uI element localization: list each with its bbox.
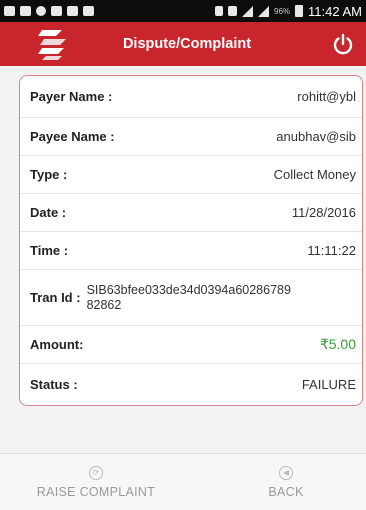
detail-value: 11:11:22 <box>307 243 356 258</box>
back-button[interactable]: ◀ BACK <box>236 454 336 510</box>
app-bar: Dispute/Complaint <box>0 22 366 66</box>
detail-row-payer: Payer Name : rohitt@ybl <box>20 76 362 118</box>
battery-icon <box>295 5 304 17</box>
detail-label: Status : <box>30 377 78 392</box>
bottom-action-bar: ⟳ RAISE COMPLAINT ◀ BACK <box>0 453 366 510</box>
detail-row-payee: Payee Name : anubhav@sib <box>20 118 362 156</box>
notification-icon <box>51 6 62 16</box>
signal-icon <box>258 5 270 17</box>
power-icon <box>333 33 353 55</box>
status-value: FAILURE <box>301 377 356 392</box>
amount-value: ₹5.00 <box>319 336 356 352</box>
detail-value: anubhav@sib <box>276 129 356 144</box>
detail-label: Payee Name : <box>30 129 115 144</box>
nfc-icon <box>228 6 238 16</box>
raise-complaint-button[interactable]: ⟳ RAISE COMPLAINT <box>6 454 186 510</box>
detail-value: Collect Money <box>273 167 356 182</box>
raise-complaint-label: RAISE COMPLAINT <box>36 484 156 499</box>
notification-icon <box>67 6 78 16</box>
detail-label: Amount: <box>30 337 84 352</box>
status-bar-system: 96% 11:42 AM <box>215 4 362 19</box>
transaction-id: SIB63bfee033de34d0394a6028678982862 <box>86 282 291 312</box>
detail-row-amount: Amount: ₹5.00 <box>20 326 362 364</box>
detail-value: rohitt@ybl <box>297 89 356 104</box>
detail-row-time: Time : 11:11:22 <box>20 232 362 270</box>
signal-icon <box>242 5 254 17</box>
detail-row-tran-id: Tran Id : SIB63bfee033de34d0394a60286789… <box>20 270 362 326</box>
notification-icon <box>36 6 46 16</box>
battery-percent: 96% <box>274 6 291 16</box>
detail-label: Date : <box>30 205 67 220</box>
detail-row-status: Status : FAILURE <box>20 364 362 405</box>
detail-row-type: Type : Collect Money <box>20 156 362 194</box>
detail-row-date: Date : 11/28/2016 <box>20 194 362 232</box>
detail-label: Payer Name : <box>30 89 113 104</box>
status-time: 11:42 AM <box>308 3 362 19</box>
back-arrow-icon: ◀ <box>279 465 293 480</box>
detail-value: 11/28/2016 <box>291 205 356 220</box>
notification-icon <box>83 6 94 16</box>
notification-icon <box>20 6 31 16</box>
raise-complaint-icon: ⟳ <box>89 465 103 480</box>
complaint-details-card: Payer Name : rohitt@ybl Payee Name : anu… <box>19 75 363 406</box>
status-bar-notifications <box>4 6 94 16</box>
detail-label: Type : <box>30 167 68 182</box>
detail-label: Tran Id : <box>30 290 81 305</box>
power-button[interactable] <box>330 31 356 57</box>
sync-icon <box>215 6 224 16</box>
back-label: BACK <box>268 484 304 499</box>
page-title: Dispute/Complaint <box>122 36 252 52</box>
status-bar: 96% 11:42 AM <box>0 0 366 22</box>
notification-icon <box>4 6 15 16</box>
detail-label: Time : <box>30 243 69 258</box>
